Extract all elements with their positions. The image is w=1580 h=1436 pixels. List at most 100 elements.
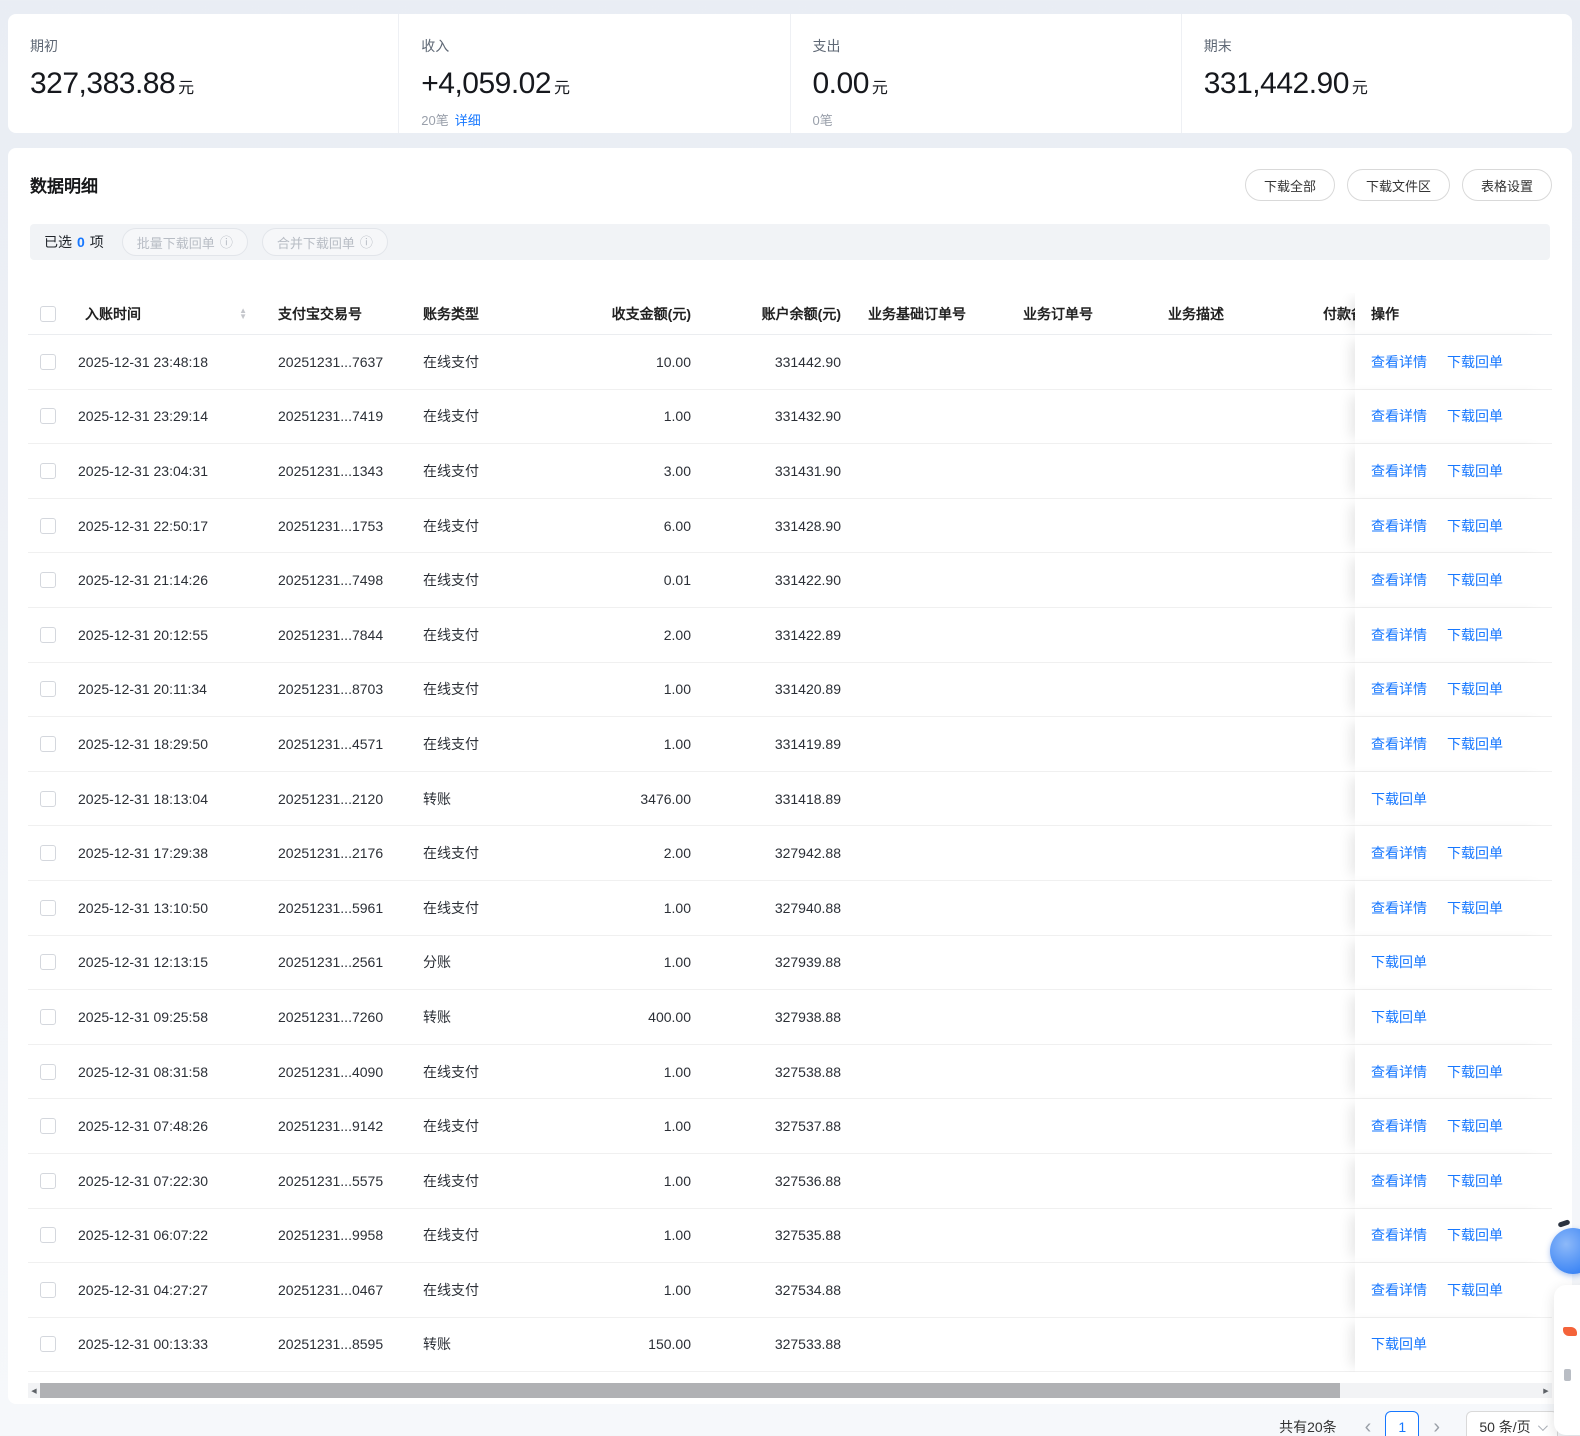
row-checkbox[interactable] bbox=[40, 791, 56, 807]
scroll-left-icon[interactable]: ◀ bbox=[28, 1383, 40, 1398]
view-details-link[interactable]: 查看详情 bbox=[1371, 1225, 1427, 1245]
row-actions: 查看详情下载回单 bbox=[1355, 1263, 1552, 1318]
download-receipt-link[interactable]: 下载回单 bbox=[1447, 352, 1503, 372]
cell-time: 2025-12-31 20:12:55 bbox=[72, 627, 265, 643]
download-receipt-link[interactable]: 下载回单 bbox=[1447, 898, 1503, 918]
row-checkbox[interactable] bbox=[40, 408, 56, 424]
page-size-select[interactable]: 50 条/页 bbox=[1466, 1411, 1558, 1436]
row-checkbox[interactable] bbox=[40, 1173, 56, 1189]
row-checkbox[interactable] bbox=[40, 354, 56, 370]
header-cell-type[interactable]: 账务类型 bbox=[410, 304, 550, 324]
header-cell-txn-id[interactable]: 支付宝交易号 bbox=[265, 304, 410, 324]
cell-amount: 1.00 bbox=[550, 1173, 705, 1189]
cell-amount: 6.00 bbox=[550, 518, 705, 534]
merge-download-receipts-button[interactable]: 合并下载回单ⓘ bbox=[262, 228, 388, 256]
view-details-link[interactable]: 查看详情 bbox=[1371, 570, 1427, 590]
row-actions: 查看详情下载回单 bbox=[1355, 499, 1552, 554]
download-receipt-link[interactable]: 下载回单 bbox=[1371, 789, 1427, 809]
view-details-link[interactable]: 查看详情 bbox=[1371, 1280, 1427, 1300]
view-details-link[interactable]: 查看详情 bbox=[1371, 625, 1427, 645]
download-receipt-link[interactable]: 下载回单 bbox=[1447, 406, 1503, 426]
cell-amount: 1.00 bbox=[550, 954, 705, 970]
download-receipt-link[interactable]: 下载回单 bbox=[1371, 1007, 1427, 1027]
cell-type: 在线支付 bbox=[410, 352, 550, 372]
row-checkbox[interactable] bbox=[40, 1336, 56, 1352]
download-receipt-link[interactable]: 下载回单 bbox=[1447, 843, 1503, 863]
row-checkbox[interactable] bbox=[40, 954, 56, 970]
download-receipt-link[interactable]: 下载回单 bbox=[1447, 679, 1503, 699]
cell-txn-id: 20251231...5961 bbox=[265, 900, 410, 916]
scrollbar-thumb[interactable] bbox=[40, 1383, 1340, 1398]
view-details-link[interactable]: 查看详情 bbox=[1371, 352, 1427, 372]
download-receipt-link[interactable]: 下载回单 bbox=[1447, 1062, 1503, 1082]
header-cell-base-order[interactable]: 业务基础订单号 bbox=[855, 304, 1010, 324]
current-page-button[interactable]: 1 bbox=[1385, 1411, 1419, 1436]
header-label: 业务描述 bbox=[1168, 304, 1224, 324]
header-cell-description[interactable]: 业务描述 bbox=[1155, 304, 1310, 324]
download-receipt-link[interactable]: 下载回单 bbox=[1447, 570, 1503, 590]
cell-balance: 327535.88 bbox=[705, 1227, 855, 1243]
download-receipt-link[interactable]: 下载回单 bbox=[1371, 952, 1427, 972]
view-details-link[interactable]: 查看详情 bbox=[1371, 406, 1427, 426]
summary-detail-link[interactable]: 详细 bbox=[455, 113, 481, 128]
cell-amount: 2.00 bbox=[550, 845, 705, 861]
header-cell-order[interactable]: 业务订单号 bbox=[1010, 304, 1155, 324]
row-checkbox[interactable] bbox=[40, 572, 56, 588]
view-details-link[interactable]: 查看详情 bbox=[1371, 516, 1427, 536]
sort-icon[interactable]: ▲▼ bbox=[239, 308, 247, 320]
download-all-button[interactable]: 下载全部 bbox=[1245, 169, 1335, 201]
download-receipt-link[interactable]: 下载回单 bbox=[1447, 625, 1503, 645]
header-label: 操作 bbox=[1371, 304, 1399, 324]
row-checkbox[interactable] bbox=[40, 1009, 56, 1025]
view-details-link[interactable]: 查看详情 bbox=[1371, 1171, 1427, 1191]
cell-time: 2025-12-31 21:14:26 bbox=[72, 572, 265, 588]
next-page-button[interactable]: › bbox=[1423, 1417, 1450, 1436]
row-checkbox[interactable] bbox=[40, 900, 56, 916]
prev-page-button[interactable]: ‹ bbox=[1355, 1417, 1382, 1436]
row-checkbox[interactable] bbox=[40, 1282, 56, 1298]
assistant-panel[interactable] bbox=[1554, 1285, 1580, 1435]
row-checkbox[interactable] bbox=[40, 627, 56, 643]
download-receipt-link[interactable]: 下载回单 bbox=[1447, 1116, 1503, 1136]
batch-download-receipts-button[interactable]: 批量下载回单ⓘ bbox=[122, 228, 248, 256]
view-details-link[interactable]: 查看详情 bbox=[1371, 734, 1427, 754]
header-cell-time[interactable]: 入账时间▲▼ bbox=[72, 304, 265, 324]
view-details-link[interactable]: 查看详情 bbox=[1371, 1062, 1427, 1082]
download-receipt-link[interactable]: 下载回单 bbox=[1447, 516, 1503, 536]
row-checkbox[interactable] bbox=[40, 1118, 56, 1134]
row-checkbox[interactable] bbox=[40, 463, 56, 479]
row-checkbox[interactable] bbox=[40, 681, 56, 697]
scroll-right-icon[interactable]: ▶ bbox=[1540, 1383, 1552, 1398]
row-checkbox[interactable] bbox=[40, 1227, 56, 1243]
cell-amount: 1.00 bbox=[550, 408, 705, 424]
cell-type: 在线支付 bbox=[410, 516, 550, 536]
download-receipt-link[interactable]: 下载回单 bbox=[1371, 1334, 1427, 1354]
select-all-checkbox[interactable] bbox=[40, 306, 56, 322]
cell-balance: 331431.90 bbox=[705, 463, 855, 479]
header-cell-amount[interactable]: 收支金额(元) bbox=[550, 304, 705, 324]
view-details-link[interactable]: 查看详情 bbox=[1371, 461, 1427, 481]
view-details-link[interactable]: 查看详情 bbox=[1371, 1116, 1427, 1136]
cell-type: 在线支付 bbox=[410, 1171, 550, 1191]
cell-time: 2025-12-31 07:48:26 bbox=[72, 1118, 265, 1134]
horizontal-scrollbar[interactable]: ◀ ▶ bbox=[28, 1383, 1552, 1398]
cell-txn-id: 20251231...4090 bbox=[265, 1064, 410, 1080]
row-checkbox[interactable] bbox=[40, 1064, 56, 1080]
header-cell-balance[interactable]: 账户余额(元) bbox=[705, 304, 855, 324]
view-details-link[interactable]: 查看详情 bbox=[1371, 898, 1427, 918]
download-receipt-link[interactable]: 下载回单 bbox=[1447, 734, 1503, 754]
cell-amount: 1.00 bbox=[550, 681, 705, 697]
table-settings-button[interactable]: 表格设置 bbox=[1462, 169, 1552, 201]
view-details-link[interactable]: 查看详情 bbox=[1371, 843, 1427, 863]
download-file-area-button[interactable]: 下载文件区 bbox=[1347, 169, 1450, 201]
view-details-link[interactable]: 查看详情 bbox=[1371, 679, 1427, 699]
row-checkbox[interactable] bbox=[40, 845, 56, 861]
download-receipt-link[interactable]: 下载回单 bbox=[1447, 1280, 1503, 1300]
download-receipt-link[interactable]: 下载回单 bbox=[1447, 1171, 1503, 1191]
download-receipt-link[interactable]: 下载回单 bbox=[1447, 461, 1503, 481]
row-checkbox[interactable] bbox=[40, 518, 56, 534]
cell-time: 2025-12-31 18:13:04 bbox=[72, 791, 265, 807]
summary-card-value: 331,442.90 bbox=[1204, 67, 1349, 101]
download-receipt-link[interactable]: 下载回单 bbox=[1447, 1225, 1503, 1245]
row-checkbox[interactable] bbox=[40, 736, 56, 752]
